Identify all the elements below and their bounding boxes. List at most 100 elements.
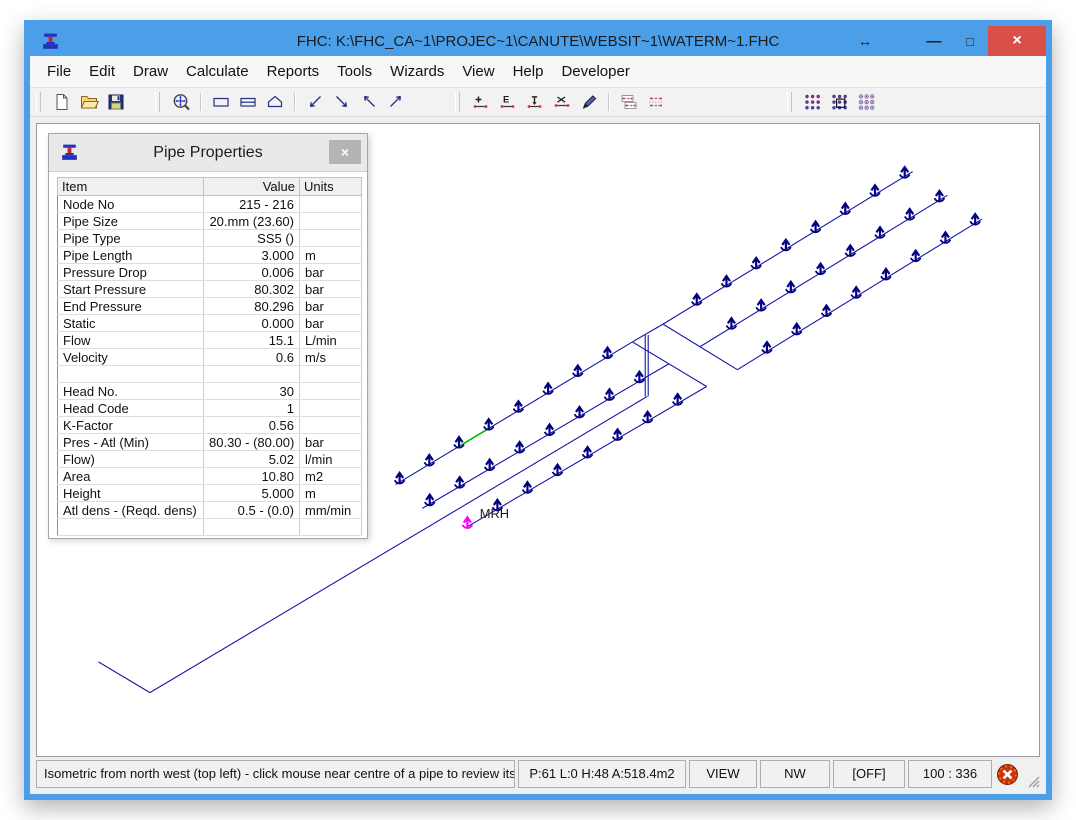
- sprinkler-head: [781, 240, 791, 251]
- status-message: Isometric from north west (top left) - c…: [36, 760, 515, 788]
- table-row: Pres - Atl (Min)80.30 - (80.00)bar: [58, 434, 362, 451]
- sprinkler-head: [900, 167, 910, 178]
- menu-item-developer[interactable]: Developer: [552, 56, 638, 87]
- draw-pen-button[interactable]: [575, 90, 602, 114]
- menu-item-reports[interactable]: Reports: [258, 56, 329, 87]
- status-bar: Isometric from north west (top left) - c…: [36, 760, 1040, 788]
- panel-close-button[interactable]: ×: [329, 140, 361, 164]
- sprinkler-head: [875, 227, 885, 238]
- app-logo-icon: [38, 29, 62, 53]
- table-header-row: Item Value Units: [58, 178, 362, 196]
- sprinkler-head: [603, 348, 613, 359]
- cell-item: Height: [58, 485, 204, 502]
- pipe-properties-table: Item Value Units Node No215 - 216 Pipe S…: [57, 177, 362, 536]
- sprinkler-head: [845, 245, 855, 256]
- menu-item-tools[interactable]: Tools: [328, 56, 381, 87]
- table-row: Pressure Drop0.006bar: [58, 264, 362, 281]
- toolbar-group: [36, 90, 129, 114]
- menu-item-calculate[interactable]: Calculate: [177, 56, 258, 87]
- heads-grid-open-button[interactable]: [853, 90, 880, 114]
- cell-value: 30: [204, 383, 300, 400]
- delete-pipe-button[interactable]: [548, 90, 575, 114]
- cell-value: 0.006: [204, 264, 300, 281]
- most-remote-head: [462, 517, 472, 528]
- zoom-extents-button[interactable]: [167, 90, 194, 114]
- cell-item: Velocity: [58, 349, 204, 366]
- menu-item-wizards[interactable]: Wizards: [381, 56, 453, 87]
- cell-units: [300, 213, 362, 230]
- heads-grid-solid-icon: [803, 92, 823, 112]
- sprinkler-head: [762, 342, 772, 353]
- status-view-mode: VIEW: [689, 760, 757, 788]
- panel-title-bar[interactable]: Pipe Properties ×: [49, 134, 367, 172]
- menu-item-edit[interactable]: Edit: [80, 56, 124, 87]
- sprinkler-head: [911, 251, 921, 262]
- close-button[interactable]: ×: [988, 26, 1046, 56]
- tee-pipe-icon: [525, 92, 545, 112]
- rectangle-tool-button[interactable]: [207, 90, 234, 114]
- save-file-button[interactable]: [102, 90, 129, 114]
- menu-item-view[interactable]: View: [453, 56, 503, 87]
- sprinkler-head: [821, 306, 831, 317]
- heads-grid-solid-button[interactable]: [799, 90, 826, 114]
- table-row: Head Code1: [58, 400, 362, 417]
- table-row: [58, 519, 362, 536]
- table-row: Flow)5.02l/min: [58, 451, 362, 468]
- menu-item-help[interactable]: Help: [504, 56, 553, 87]
- sprinkler-head: [970, 214, 980, 225]
- sprinkler-head: [722, 276, 732, 287]
- sprinkler-head: [851, 287, 861, 298]
- cell-item: Node No: [58, 196, 204, 213]
- polygon-tool-button[interactable]: [261, 90, 288, 114]
- maximize-button[interactable]: □: [952, 26, 988, 56]
- open-file-button[interactable]: [75, 90, 102, 114]
- table-row: Pipe TypeSS5 (): [58, 230, 362, 247]
- menu-item-draw[interactable]: Draw: [124, 56, 177, 87]
- cell-units: [300, 383, 362, 400]
- cell-units: m/s: [300, 349, 362, 366]
- status-orientation: NW: [760, 760, 830, 788]
- cell-units: bar: [300, 315, 362, 332]
- sprinkler-head: [751, 258, 761, 269]
- cell-item: Head No.: [58, 383, 204, 400]
- heads-grid-boxed-button[interactable]: [826, 90, 853, 114]
- column-header-units: Units: [300, 178, 362, 196]
- arrow-sw-button[interactable]: [301, 90, 328, 114]
- arrow-ne-button[interactable]: [382, 90, 409, 114]
- cell-item: Area: [58, 468, 204, 485]
- add-pipe-icon: [471, 92, 491, 112]
- sprinkler-head: [484, 419, 494, 430]
- cell-item: Pres - Atl (Min): [58, 434, 204, 451]
- cell-value: 3.000: [204, 247, 300, 264]
- sprinkler-head: [395, 473, 405, 484]
- arrow-se-button[interactable]: [328, 90, 355, 114]
- title-bar[interactable]: FHC: K:\FHC_CA~1\PROJEC~1\CANUTE\WEBSIT~…: [30, 26, 1046, 56]
- arrow-nw-button[interactable]: [355, 90, 382, 114]
- cell-value: 80.302: [204, 281, 300, 298]
- arrow-se-icon: [332, 92, 352, 112]
- resize-grip[interactable]: [1023, 760, 1040, 788]
- new-document-button[interactable]: [48, 90, 75, 114]
- tee-pipe-button[interactable]: [521, 90, 548, 114]
- sprinkler-head: [485, 460, 495, 471]
- box-split-tool-button[interactable]: [234, 90, 261, 114]
- cell-value: SS5 (): [204, 230, 300, 247]
- menu-item-file[interactable]: File: [38, 56, 80, 87]
- table-row: Head No.30: [58, 383, 362, 400]
- edit-pipe-button[interactable]: E: [494, 90, 521, 114]
- heads-grid-boxed-icon: [830, 92, 850, 112]
- sprinkler-head: [454, 437, 464, 448]
- paste-range-button[interactable]: [642, 90, 669, 114]
- copy-range-button[interactable]: [615, 90, 642, 114]
- toolbar-separator: [200, 93, 201, 111]
- cell-value: 80.296: [204, 298, 300, 315]
- cell-item: Flow: [58, 332, 204, 349]
- panel-title: Pipe Properties: [49, 144, 367, 162]
- cell-units: m2: [300, 468, 362, 485]
- add-pipe-button[interactable]: [467, 90, 494, 114]
- table-row: End Pressure80.296bar: [58, 298, 362, 315]
- cell-value: 0.56: [204, 417, 300, 434]
- resize-arrows-icon[interactable]: ↔: [846, 26, 916, 56]
- minimize-button[interactable]: —: [916, 26, 952, 56]
- cell-units: mm/min: [300, 502, 362, 519]
